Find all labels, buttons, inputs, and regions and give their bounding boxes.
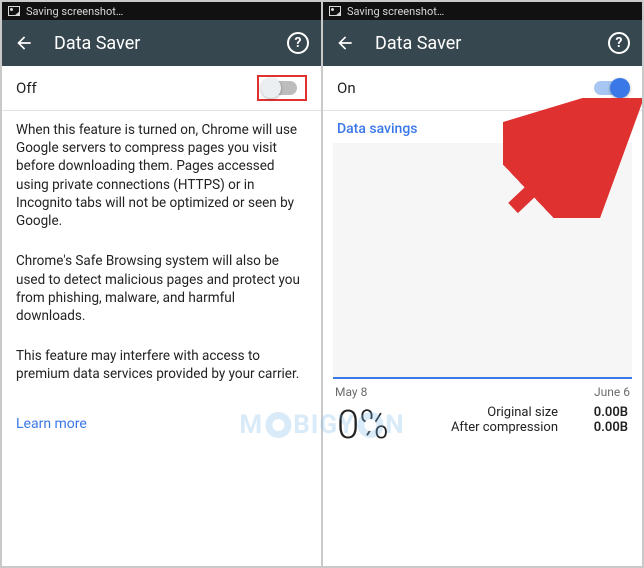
desc-p1: When this feature is turned on, Chrome w… <box>16 121 307 230</box>
app-bar: Data Saver ? <box>2 20 321 66</box>
original-size-label: Original size <box>487 405 558 420</box>
data-saver-switch-off[interactable] <box>263 81 297 95</box>
back-button[interactable] <box>335 33 355 53</box>
highlight-box <box>257 75 307 101</box>
arrow-left-icon <box>14 33 34 53</box>
page-title: Data Saver <box>375 33 588 54</box>
toggle-label: Off <box>16 79 37 97</box>
pane-right: Saving screenshot… Data Saver ? On Data … <box>323 2 642 566</box>
status-text: Saving screenshot… <box>347 5 444 18</box>
toggle-label: On <box>337 79 356 97</box>
stats-row: 0% Original size 0.00B After compression… <box>323 401 642 445</box>
image-icon <box>8 6 20 16</box>
page-title: Data Saver <box>54 33 267 54</box>
help-button[interactable]: ? <box>287 32 309 54</box>
desc-p3: This feature may interfere with access t… <box>16 347 307 383</box>
stats-table: Original size 0.00B After compression 0.… <box>451 405 628 435</box>
help-button[interactable]: ? <box>608 32 630 54</box>
after-compression-value: 0.00B <box>582 420 628 435</box>
arrow-left-icon <box>335 33 355 53</box>
status-bar: Saving screenshot… <box>2 2 321 20</box>
app-bar: Data Saver ? <box>323 20 642 66</box>
toggle-row[interactable]: Off <box>2 66 321 110</box>
axis-end: June 6 <box>594 385 630 399</box>
desc-p2: Chrome's Safe Browsing system will also … <box>16 252 307 325</box>
status-text: Saving screenshot… <box>26 5 123 18</box>
image-icon <box>329 6 341 16</box>
data-savings-label: Data savings <box>323 111 642 143</box>
after-compression-label: After compression <box>451 420 558 435</box>
back-button[interactable] <box>14 33 34 53</box>
data-saver-switch-on[interactable] <box>594 81 628 95</box>
toggle-row[interactable]: On <box>323 66 642 110</box>
status-bar: Saving screenshot… <box>323 2 642 20</box>
description: When this feature is turned on, Chrome w… <box>2 111 321 416</box>
chart-axis: May 8 June 6 <box>323 379 642 401</box>
savings-chart <box>333 143 632 379</box>
axis-start: May 8 <box>335 385 367 399</box>
original-size-value: 0.00B <box>582 405 628 420</box>
savings-percent: 0% <box>337 405 389 445</box>
pane-left: Saving screenshot… Data Saver ? Off When… <box>2 2 321 566</box>
learn-more-link[interactable]: Learn more <box>2 416 321 432</box>
